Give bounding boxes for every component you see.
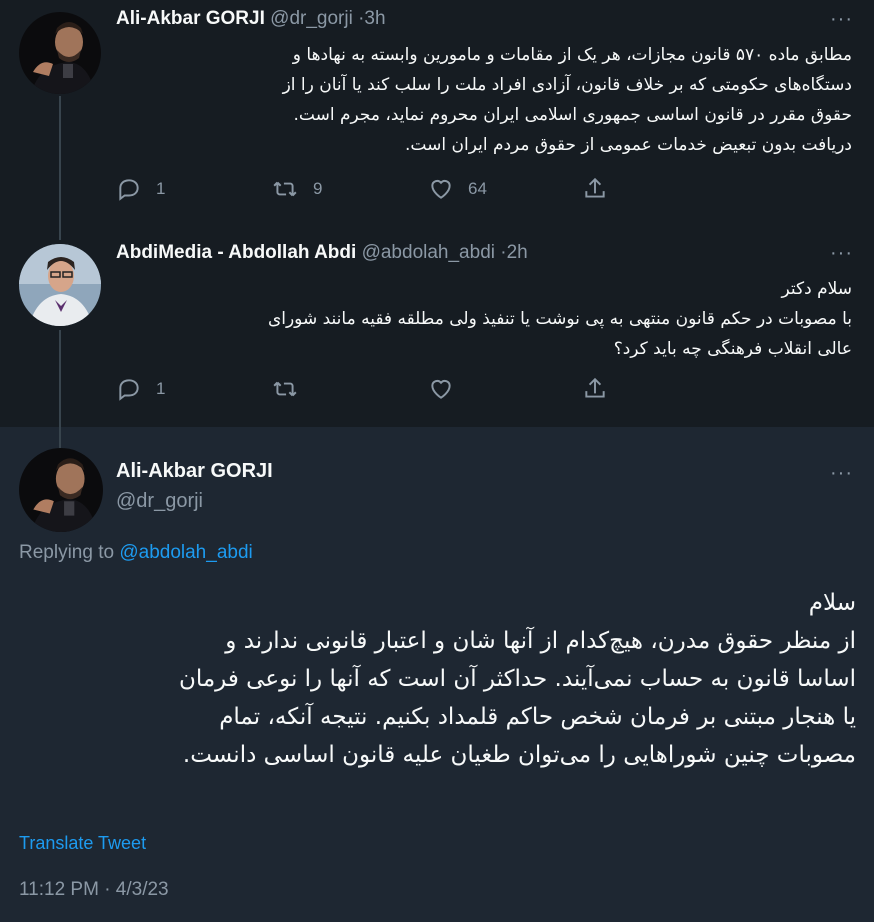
share-icon [582,176,608,202]
text-line: مصوبات چنین شوراهایی را می‌توان طغیان عل… [182,742,856,768]
share-icon [582,376,608,402]
avatar[interactable] [19,12,101,94]
author-handle[interactable]: @dr_gorji [270,8,353,29]
text-line: دستگاه‌های حکومتی که بر خلاف قانون، آزاد… [282,75,852,95]
replying-to: Replying to @abdolah_abdi [19,542,253,564]
like-icon [428,176,454,202]
tweet-text: مطابق ماده ۵۷۰ قانون مجازات، هر یک از مق… [112,40,852,160]
author-name[interactable]: AbdiMedia - Abdollah Abdi [116,242,356,263]
author-name[interactable]: Ali-Akbar GORJI [116,460,273,483]
text-line: از منظر حقوق مدرن، هیچ‌کدام از آنها شان … [225,628,856,654]
author-handle[interactable]: @dr_gorji [116,490,203,513]
tweet-actions: 1 9 64 [116,176,616,204]
text-line: یا هنجار مبتنی بر فرمان شخص حاکم قلمداد … [219,704,856,730]
translate-tweet-link[interactable]: Translate Tweet [19,833,146,854]
author-name[interactable]: Ali-Akbar GORJI [116,8,265,29]
text-line: با مصوبات در حکم قانون منتهی به پی نوشت … [267,309,852,329]
tweet-timestamp[interactable]: 11:12 PM · 4/3/23 [19,879,169,901]
more-icon[interactable]: ··· [830,8,853,31]
tweet-text: سلام دکتر با مصوبات در حکم قانون منتهی ب… [112,274,852,364]
text-line: سلام [808,590,856,616]
share-button[interactable] [582,376,608,402]
like-button[interactable] [428,376,454,402]
tweet-time[interactable]: 3h [364,8,385,29]
replying-prefix: Replying to [19,542,115,563]
retweet-count: 9 [313,179,323,198]
thread-connector [59,96,61,240]
replying-to-link[interactable]: @abdolah_abdi [119,542,252,563]
retweet-button[interactable] [271,376,299,402]
tweet-text: سلام از منظر حقوق مدرن، هیچ‌کدام از آنها… [20,584,856,774]
text-line: دریافت بدون تبعیض خدمات عمومی از حقوق مر… [405,135,852,155]
retweet-button[interactable]: 9 [271,176,322,202]
tweet-time[interactable]: 2h [507,242,528,263]
reply-icon [116,376,142,402]
reply-icon [116,176,142,202]
like-icon [428,376,454,402]
like-count: 64 [468,179,487,198]
avatar[interactable] [19,448,103,532]
author-handle[interactable]: @abdolah_abdi [362,242,495,263]
text-line: مطابق ماده ۵۷۰ قانون مجازات، هر یک از مق… [292,45,852,65]
reply-count: 1 [156,179,166,198]
reply-button[interactable]: 1 [116,176,165,202]
reply-button[interactable]: 1 [116,376,165,402]
reply-count: 1 [156,379,166,398]
text-line: عالی انقلاب فرهنگی چه باید کرد؟ [613,339,852,359]
text-line: سلام دکتر [781,279,853,299]
avatar[interactable] [19,244,101,326]
text-line: اساسا قانون به حساب نمی‌آیند. حداکثر آن … [178,666,856,692]
thread-connector [59,330,61,448]
more-icon[interactable]: ··· [830,462,853,485]
like-button[interactable]: 64 [428,176,487,202]
share-button[interactable] [582,176,608,202]
tweet-actions: 1 [116,376,616,404]
retweet-icon [271,376,299,402]
more-icon[interactable]: ··· [830,242,853,265]
text-line: حقوق مقرر در قانون اساسی جمهوری اسلامی ا… [293,105,853,125]
retweet-icon [271,176,299,202]
